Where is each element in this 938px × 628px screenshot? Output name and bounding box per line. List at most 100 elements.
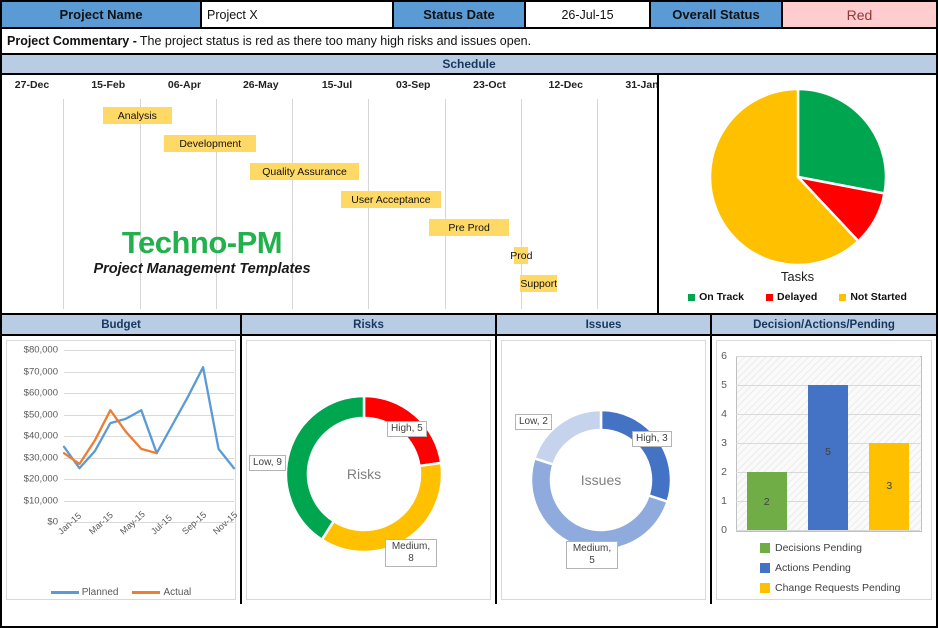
gantt-gridline <box>597 99 598 309</box>
donut-center-label: Issues <box>581 472 621 488</box>
legend-item: Change Requests Pending <box>760 582 901 594</box>
legend-swatch-icon <box>760 583 770 593</box>
legend-item: On Track <box>688 291 744 303</box>
donut-data-label: High, 3 <box>632 431 672 447</box>
legend-line-icon <box>132 591 160 594</box>
legend-line-icon <box>51 591 79 594</box>
bar-value-label: 5 <box>825 446 831 458</box>
bar-gridline <box>736 530 920 531</box>
legend-label: Planned <box>82 587 119 598</box>
donut-data-label: High, 5 <box>387 421 427 437</box>
schedule-section-title: Schedule <box>2 55 936 75</box>
project-commentary: Project Commentary - The project status … <box>2 29 936 55</box>
legend-label: Not Started <box>850 291 907 303</box>
budget-series-line[interactable] <box>64 367 234 468</box>
legend-item: Delayed <box>766 291 817 303</box>
issues-panel: Issues High, 3 Medium, 5 Low, 2 <box>497 336 712 604</box>
tasks-pie-legend: On Track Delayed Not Started <box>659 291 936 303</box>
legend-item: Planned <box>51 587 119 598</box>
pie-slice[interactable] <box>798 89 886 193</box>
project-name-label: Project Name <box>2 2 202 27</box>
legend-label: On Track <box>699 291 744 303</box>
gantt-bar[interactable]: Support <box>520 275 557 292</box>
legend-swatch-icon <box>760 543 770 553</box>
bar-y-tick-label: 5 <box>721 379 727 391</box>
tasks-pie-panel: Tasks On Track Delayed Not Started <box>659 75 936 313</box>
project-name-value[interactable]: Project X <box>202 2 394 27</box>
gantt-axis-tick: 23-Oct <box>473 79 506 91</box>
budget-line-chart: $0$10,000$20,000$30,000$40,000$50,000$60… <box>2 336 240 604</box>
project-dashboard: Project Name Project X Status Date 26-Ju… <box>0 0 938 628</box>
bottom-section-titles: Budget Risks Issues Decision/Actions/Pen… <box>2 315 936 336</box>
gantt-axis-tick: 15-Feb <box>91 79 125 91</box>
commentary-text: The project status is red as there too m… <box>140 34 531 48</box>
overall-status-label: Overall Status <box>651 2 783 27</box>
issues-donut-chart: Issues High, 3 Medium, 5 Low, 2 <box>497 336 710 604</box>
gantt-gridline <box>292 99 293 309</box>
tasks-pie-chart <box>706 85 890 274</box>
legend-item: Not Started <box>839 291 907 303</box>
gantt-axis-tick: 15-Jul <box>322 79 352 91</box>
gantt-bar[interactable]: Quality Assurance <box>250 163 358 180</box>
legend-label: Actions Pending <box>775 562 851 574</box>
gantt-bar-label: Support <box>520 278 557 290</box>
logo-subtitle: Project Management Templates <box>57 261 347 277</box>
legend-swatch-icon <box>839 294 846 301</box>
gantt-bar-label: Prod <box>510 250 532 262</box>
commentary-label: Project Commentary - <box>7 34 137 48</box>
gantt-gridline <box>216 99 217 309</box>
gantt-gridline <box>445 99 446 309</box>
decisions-panel: 0123456253Decisions PendingActions Pendi… <box>712 336 936 604</box>
budget-panel-title: Budget <box>2 315 242 334</box>
bar-y-tick-label: 2 <box>721 466 727 478</box>
legend-item: Actual <box>132 587 191 598</box>
gantt-timeline-axis: 27-Dec15-Feb06-Apr26-May15-Jul03-Sep23-O… <box>2 75 657 99</box>
legend-item: Decisions Pending <box>760 542 862 554</box>
budget-series-line[interactable] <box>64 410 157 464</box>
legend-label: Actual <box>163 587 191 598</box>
donut-data-label: Low, 2 <box>515 414 552 430</box>
issues-panel-title: Issues <box>497 315 712 334</box>
legend-label: Decisions Pending <box>775 542 862 554</box>
donut-data-label: Medium, 5 <box>566 541 618 569</box>
status-date-value[interactable]: 26-Jul-15 <box>526 2 651 27</box>
bar-value-label: 2 <box>764 496 770 508</box>
bar-y-tick-label: 1 <box>721 495 727 507</box>
gantt-bar[interactable]: Development <box>164 135 256 152</box>
gantt-axis-tick: 26-May <box>243 79 279 91</box>
decisions-panel-title: Decision/Actions/Pending <box>712 315 936 334</box>
legend-swatch-icon <box>760 563 770 573</box>
gantt-bar-label: Pre Prod <box>448 222 489 234</box>
gantt-bar[interactable]: Analysis <box>103 107 173 124</box>
gantt-axis-tick: 03-Sep <box>396 79 430 91</box>
logo-title: Techno-PM <box>57 227 347 258</box>
decisions-bar-chart: 0123456253Decisions PendingActions Pendi… <box>712 336 936 604</box>
legend-label: Change Requests Pending <box>775 582 901 594</box>
budget-legend: Planned Actual <box>2 587 240 598</box>
status-date-label: Status Date <box>394 2 526 27</box>
gantt-gridline <box>140 99 141 309</box>
legend-item: Actions Pending <box>760 562 851 574</box>
gantt-bar[interactable]: User Acceptance <box>341 191 441 208</box>
gantt-bar[interactable]: Pre Prod <box>429 219 509 236</box>
legend-swatch-icon <box>688 294 695 301</box>
budget-series-svg <box>2 336 242 604</box>
schedule-section-body: 27-Dec15-Feb06-Apr26-May15-Jul03-Sep23-O… <box>2 75 936 315</box>
tasks-pie-title: Tasks <box>659 269 936 284</box>
gantt-bar-label: User Acceptance <box>351 194 430 206</box>
budget-panel: $0$10,000$20,000$30,000$40,000$50,000$60… <box>2 336 242 604</box>
gantt-bar-label: Development <box>179 138 241 150</box>
tasks-pie-svg <box>706 85 890 269</box>
donut-data-label: Medium, 8 <box>385 539 437 567</box>
risks-panel-title: Risks <box>242 315 497 334</box>
donut-center-label: Risks <box>347 466 381 482</box>
gantt-bar[interactable]: Prod <box>514 247 528 264</box>
gantt-bar-label: Analysis <box>118 110 157 122</box>
bar-y-tick-label: 0 <box>721 524 727 536</box>
overall-status-badge[interactable]: Red <box>783 2 936 27</box>
donut-data-label: Low, 9 <box>249 455 286 471</box>
bottom-section-body: $0$10,000$20,000$30,000$40,000$50,000$60… <box>2 336 936 604</box>
legend-label: Delayed <box>777 291 817 303</box>
gantt-axis-tick: 27-Dec <box>15 79 49 91</box>
bar-value-label: 3 <box>886 480 892 492</box>
